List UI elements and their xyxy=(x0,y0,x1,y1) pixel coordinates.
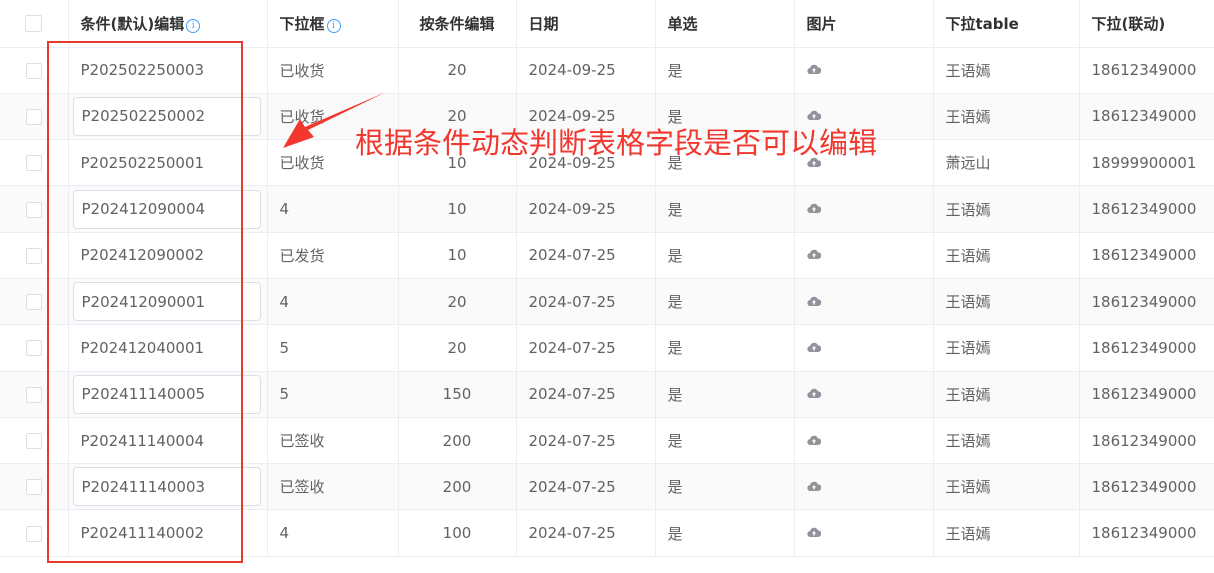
annotation-text: 根据条件动态判断表格字段是否可以编辑 xyxy=(355,126,878,160)
arrow-annotation-icon xyxy=(283,92,386,148)
